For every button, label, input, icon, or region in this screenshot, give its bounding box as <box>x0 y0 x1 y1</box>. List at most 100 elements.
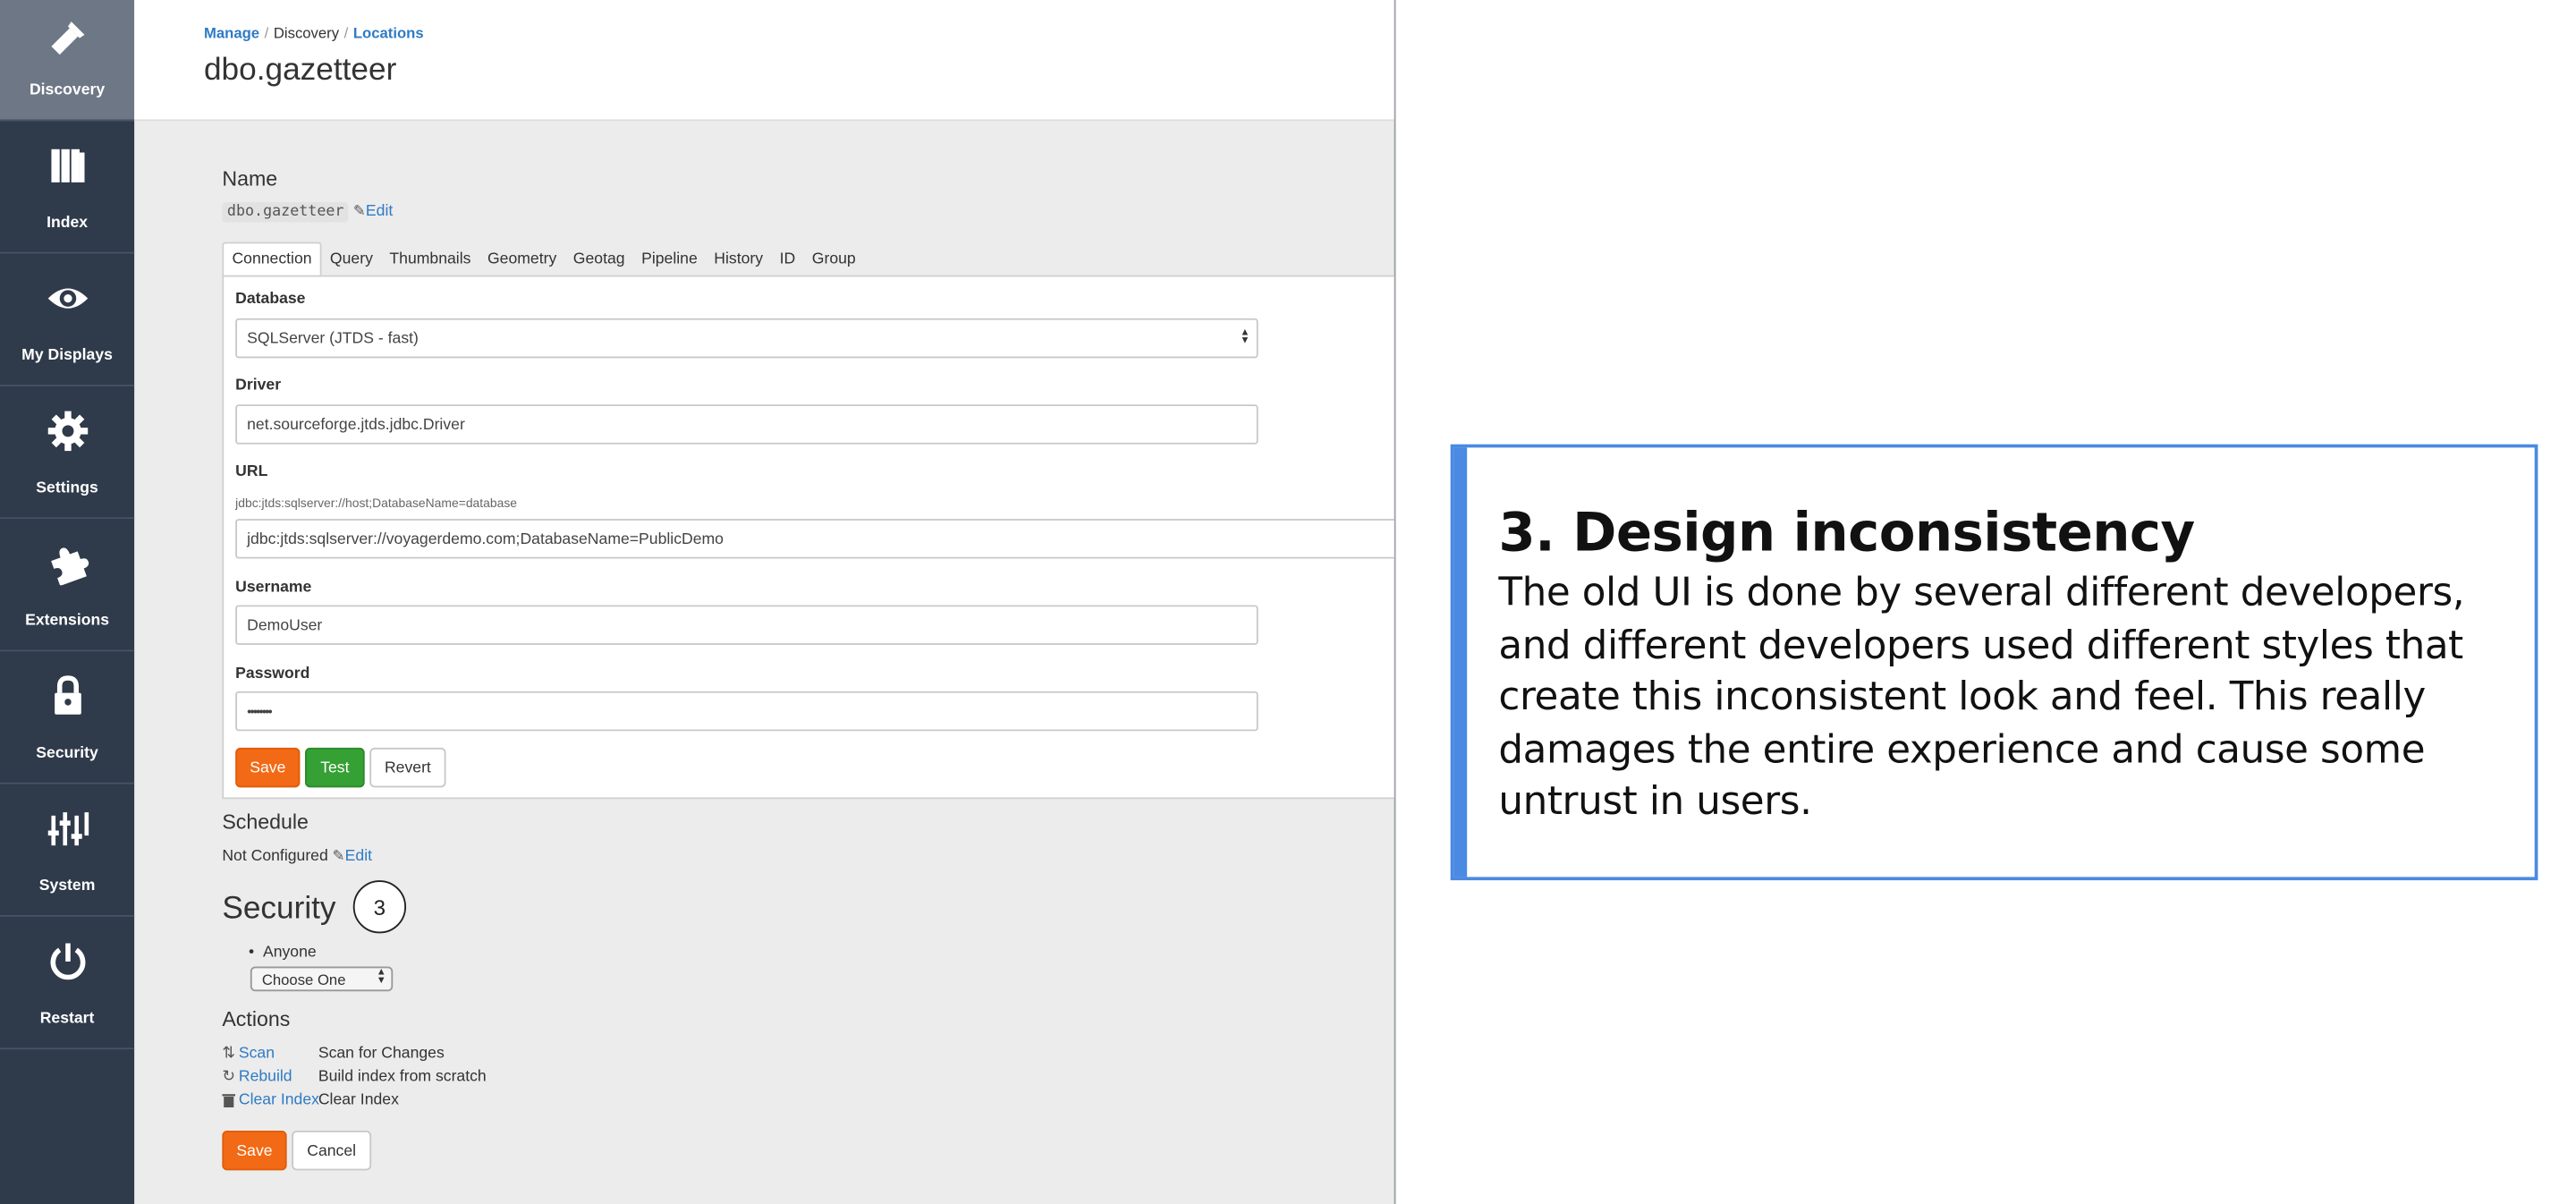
connection-panel: Database SQLServer (JTDS - fast) ▲ ▼ Driv… <box>222 275 1394 800</box>
screenshot-frame: Discovery Index My Displays Settings Ext… <box>0 0 1396 1204</box>
tab-group[interactable]: Group <box>804 242 864 277</box>
url-field[interactable]: jdbc:jtds:sqlserver://voyagerdemo.com;Da… <box>235 519 1394 559</box>
driver-label: Driver <box>235 376 282 395</box>
name-value: dbo.gazetteer <box>222 202 350 223</box>
tab-history[interactable]: History <box>706 242 771 277</box>
sort-icon: ⇅ <box>222 1044 236 1063</box>
breadcrumb: Manage / Discovery / Locations <box>203 24 424 42</box>
password-field-value: •••••••• <box>247 703 273 719</box>
scan-desc: Scan for Changes <box>318 1044 445 1063</box>
sidebar-item-restart[interactable]: Restart <box>0 917 135 1050</box>
puzzle-icon <box>0 542 134 586</box>
clear-index-desc: Clear Index <box>318 1090 399 1109</box>
callout-accent-bar <box>1453 447 1468 878</box>
password-field[interactable]: •••••••• <box>235 691 1258 732</box>
test-button[interactable]: Test <box>305 747 365 788</box>
breadcrumb-discovery: Discovery <box>273 24 340 42</box>
sidebar-item-label: Security <box>36 744 98 763</box>
action-row-clear-index: Clear Index Clear Index <box>222 1090 554 1110</box>
lock-icon <box>0 674 134 717</box>
tab-thumbnails[interactable]: Thumbnails <box>381 242 479 277</box>
annotation-callout: 3. Design inconsistency The old UI is do… <box>1450 444 2538 881</box>
pencil-icon: ✎ <box>352 202 366 219</box>
sidebar-item-system[interactable]: System <box>0 784 135 917</box>
name-label: Name <box>222 167 278 191</box>
select-arrows-icon: ▲ ▼ <box>376 968 386 987</box>
sidebar-item-security[interactable]: Security <box>0 651 135 784</box>
bullet: • <box>248 943 263 962</box>
page-header: Manage / Discovery / Locations dbo.gazetteer <box>134 0 1394 122</box>
gear-icon <box>0 410 134 453</box>
security-select[interactable]: Choose One ▲ ▼ <box>250 966 394 992</box>
save-button[interactable]: Save <box>235 747 301 788</box>
database-select-value: SQLServer (JTDS - fast) <box>247 328 419 348</box>
sidebar-item-label: System <box>38 877 96 895</box>
pencil-icon: ✎ <box>332 847 345 864</box>
url-hint: jdbc:jtds:sqlserver://host;DatabaseName=… <box>235 496 518 511</box>
tab-geometry[interactable]: Geometry <box>479 242 565 277</box>
refresh-icon: ↻ <box>222 1067 236 1086</box>
revert-button[interactable]: Revert <box>369 747 446 788</box>
schedule-edit-link[interactable]: Edit <box>345 847 372 865</box>
name-row: dbo.gazetteer ✎Edit <box>222 202 393 223</box>
security-title: Security <box>222 892 336 927</box>
flashlight-icon <box>0 17 134 60</box>
books-icon <box>0 144 134 187</box>
callout-body: The old UI is done by several different … <box>1498 568 2465 825</box>
sidebar-item-label: Restart <box>39 1009 95 1029</box>
action-row-rebuild: ↻ Rebuild Build index from scratch <box>222 1068 554 1088</box>
url-label: URL <box>235 462 268 481</box>
sidebar-item-my-displays[interactable]: My Displays <box>0 254 135 386</box>
schedule-label: Schedule <box>222 810 309 835</box>
sidebar-item-index[interactable]: Index <box>0 121 135 254</box>
sidebar-item-label: My Displays <box>21 346 113 365</box>
actions-label: Actions <box>222 1007 291 1031</box>
trash-icon <box>222 1090 236 1112</box>
page-title: dbo.gazetteer <box>203 53 397 89</box>
actions-cancel-button[interactable]: Cancel <box>292 1130 372 1171</box>
username-field[interactable]: DemoUser <box>235 605 1258 645</box>
sidebar-item-label: Settings <box>36 479 98 497</box>
clear-index-link[interactable]: Clear Index <box>239 1090 319 1108</box>
database-label: Database <box>235 290 306 309</box>
breadcrumb-locations[interactable]: Locations <box>353 25 424 42</box>
power-icon <box>0 940 134 983</box>
rebuild-link[interactable]: Rebuild <box>239 1068 292 1086</box>
select-arrows-icon: ▲ ▼ <box>1240 327 1250 347</box>
sidebar: Discovery Index My Displays Settings Ext… <box>0 0 135 1204</box>
tab-geotag[interactable]: Geotag <box>565 242 633 277</box>
security-item: • Anyone <box>249 944 317 962</box>
rebuild-desc: Build index from scratch <box>318 1067 487 1086</box>
callout-title: 3. Design inconsistency <box>1498 500 2195 564</box>
driver-field-value: net.sourceforge.jtds.jdbc.Driver <box>247 415 465 434</box>
security-select-value: Choose One <box>261 971 346 988</box>
eye-icon <box>0 277 134 320</box>
sidebar-item-label: Discovery <box>29 81 106 100</box>
breadcrumb-manage[interactable]: Manage <box>204 25 259 42</box>
sidebar-item-discovery[interactable]: Discovery <box>0 0 135 122</box>
security-item-label: Anyone <box>262 943 317 962</box>
schedule-value: Not Configured <box>222 847 328 866</box>
sidebar-item-label: Extensions <box>25 611 110 631</box>
database-select[interactable]: SQLServer (JTDS - fast) ▲ ▼ <box>235 318 1258 359</box>
sliders-icon <box>0 808 134 851</box>
tab-query[interactable]: Query <box>322 242 381 277</box>
schedule-row: Not Configured ✎Edit <box>222 847 372 865</box>
username-label: Username <box>235 578 312 598</box>
driver-field[interactable]: net.sourceforge.jtds.jdbc.Driver <box>235 404 1258 445</box>
action-row-scan: ⇅ Scan Scan for Changes <box>222 1045 554 1064</box>
scan-link[interactable]: Scan <box>239 1045 275 1063</box>
tab-id[interactable]: ID <box>771 242 803 277</box>
sidebar-item-extensions[interactable]: Extensions <box>0 519 135 652</box>
sidebar-item-settings[interactable]: Settings <box>0 386 135 520</box>
tab-connection[interactable]: Connection <box>222 242 322 277</box>
url-field-value: jdbc:jtds:sqlserver://voyagerdemo.com;Da… <box>247 530 724 548</box>
actions-save-button[interactable]: Save <box>222 1130 287 1171</box>
annotation-marker: 3 <box>352 880 407 934</box>
username-field-value: DemoUser <box>247 615 323 634</box>
name-edit-link[interactable]: Edit <box>366 202 393 220</box>
tab-bar: Connection Query Thumbnails Geometry Geo… <box>222 242 864 277</box>
tab-pipeline[interactable]: Pipeline <box>633 242 706 277</box>
password-label: Password <box>235 665 310 683</box>
sidebar-item-label: Index <box>47 214 89 233</box>
